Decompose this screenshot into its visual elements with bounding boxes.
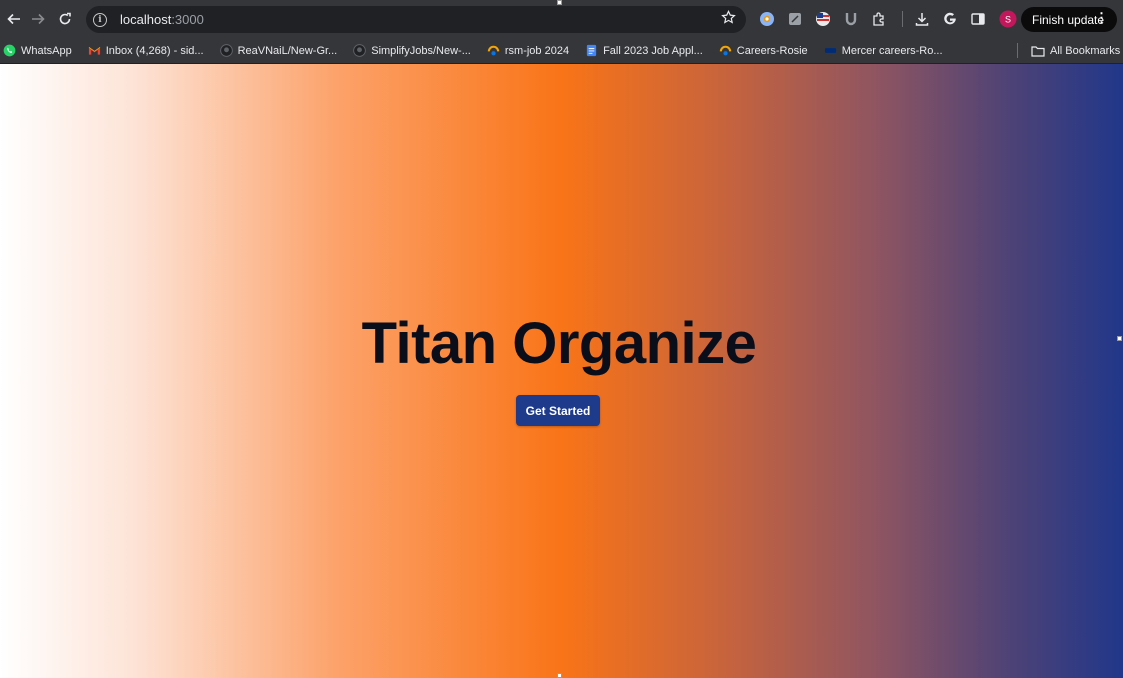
extensions-area: S (756, 8, 1025, 30)
bookmark-mercer[interactable]: Mercer careers-Ro... (821, 40, 946, 62)
browser-toolbar: i localhost:3000 S Finish update ⋮ (0, 0, 1123, 38)
resize-handle-right[interactable] (1117, 336, 1122, 341)
resize-handle-bottom[interactable] (557, 673, 562, 678)
toolbar-divider (902, 11, 903, 27)
page-title: Titan Organize (361, 311, 757, 376)
google-icon[interactable] (939, 8, 961, 30)
u-ext-icon[interactable] (840, 8, 862, 30)
side-panel-icon[interactable] (967, 8, 989, 30)
workday-icon (487, 45, 500, 56)
bookmark-label: rsm-job 2024 (504, 44, 570, 57)
download-icon[interactable] (911, 8, 933, 30)
url-text[interactable]: localhost:3000 (120, 12, 204, 27)
bookmark-label: WhatsApp (21, 44, 72, 57)
forward-arrow-icon[interactable] (24, 5, 52, 33)
reload-icon[interactable] (51, 5, 79, 33)
bookmark-label: Mercer careers-Ro... (841, 44, 943, 57)
bookmark-inbox[interactable]: Inbox (4,268) - sid... (85, 40, 207, 62)
bookmark-star-icon[interactable] (721, 9, 736, 29)
workday-icon (719, 45, 731, 56)
docs-icon (586, 44, 597, 57)
bookmark-fall-2023[interactable]: Fall 2023 Job Appl... (582, 40, 706, 62)
profile-avatar[interactable]: S (997, 8, 1019, 30)
flag-ext-icon[interactable] (812, 8, 834, 30)
landing-page: Titan Organize Get Started (0, 64, 1123, 678)
gmail-icon (88, 47, 100, 55)
bookmark-label: SimplifyJobs/New-... (371, 44, 471, 57)
site-info-icon[interactable]: i (93, 12, 107, 27)
url-host: localhost (120, 12, 172, 27)
all-bookmarks-button[interactable]: All Bookmarks (1031, 40, 1120, 62)
bookmark-label: Careers-Rosie (736, 44, 808, 57)
url-port: :3000 (171, 12, 204, 27)
notes-ext-icon[interactable] (784, 8, 806, 30)
address-bar[interactable]: i localhost:3000 (86, 6, 746, 33)
github-icon (219, 44, 233, 57)
bookmark-rsm-job[interactable]: rsm-job 2024 (484, 40, 572, 62)
bookmark-label: Fall 2023 Job Appl... (603, 44, 703, 57)
bookmark-label: ReaVNaiL/New-Gr... (237, 44, 338, 57)
mercer-icon (824, 48, 836, 53)
chrome-ext-icon[interactable] (756, 8, 778, 30)
profile-initial: S (1005, 15, 1011, 25)
folder-icon (1031, 46, 1045, 57)
all-bookmarks-label: All Bookmarks (1050, 45, 1121, 57)
finish-update-label: Finish update (1032, 12, 1105, 27)
github-icon (353, 44, 367, 57)
puzzle-icon[interactable] (868, 8, 890, 30)
get-started-button[interactable]: Get Started (516, 395, 600, 426)
bookmarks-bar: WhatsApp Inbox (4,268) - sid... ReaVNaiL… (0, 38, 1123, 63)
bookmark-reavnail[interactable]: ReaVNaiL/New-Gr... (217, 40, 341, 62)
more-menu-icon[interactable]: ⋮ (1095, 11, 1108, 25)
bookmark-whatsapp[interactable]: WhatsApp (0, 40, 75, 62)
bookmarks-divider (1017, 43, 1018, 58)
finish-update-button[interactable]: Finish update ⋮ (1021, 7, 1117, 32)
whatsapp-icon (3, 44, 16, 57)
bookmark-simplifyjobs[interactable]: SimplifyJobs/New-... (350, 40, 474, 62)
bookmark-label: Inbox (4,268) - sid... (105, 44, 204, 57)
bookmark-careers-rosie[interactable]: Careers-Rosie (716, 40, 811, 62)
resize-handle-top[interactable] (557, 0, 562, 5)
